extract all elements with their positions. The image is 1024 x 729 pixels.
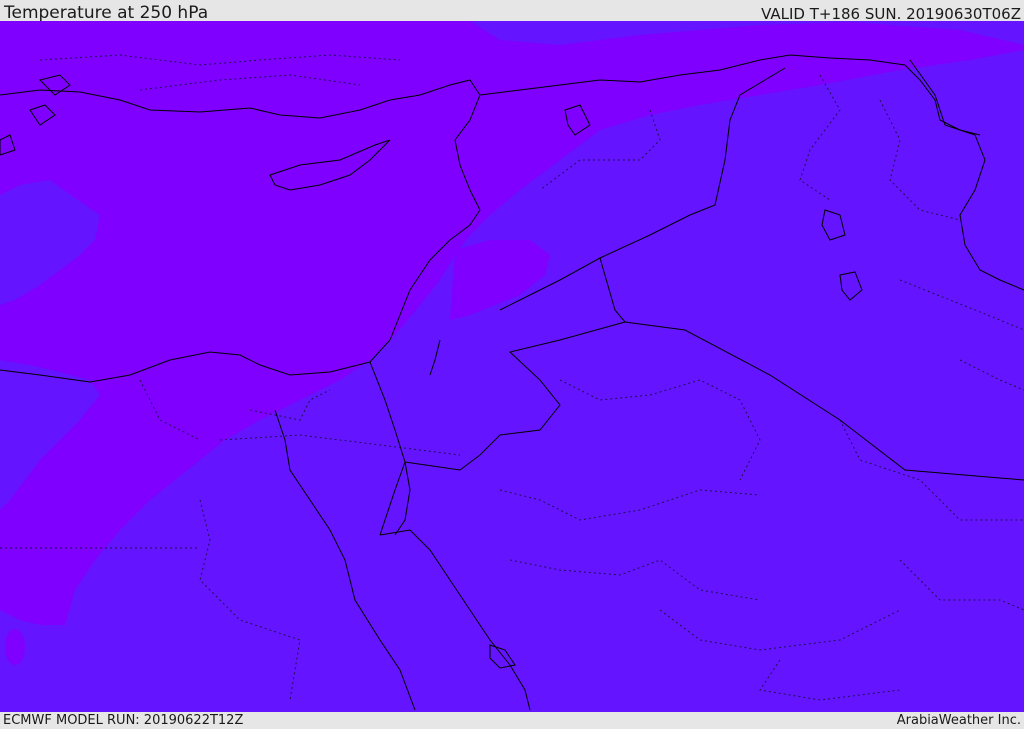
map-title: Temperature at 250 hPa bbox=[4, 3, 209, 23]
footer-bar: ECMWF MODEL RUN: 20190622T12Z ArabiaWeat… bbox=[0, 712, 1024, 729]
temperature-map[interactable] bbox=[0, 21, 1024, 712]
header-bar: Temperature at 250 hPa VALID T+186 SUN. … bbox=[0, 0, 1024, 23]
model-run-label: ECMWF MODEL RUN: 20190622T12Z bbox=[3, 713, 244, 728]
provider-credit: ArabiaWeather Inc. bbox=[896, 713, 1021, 728]
cool-temperature-spot bbox=[5, 629, 25, 665]
